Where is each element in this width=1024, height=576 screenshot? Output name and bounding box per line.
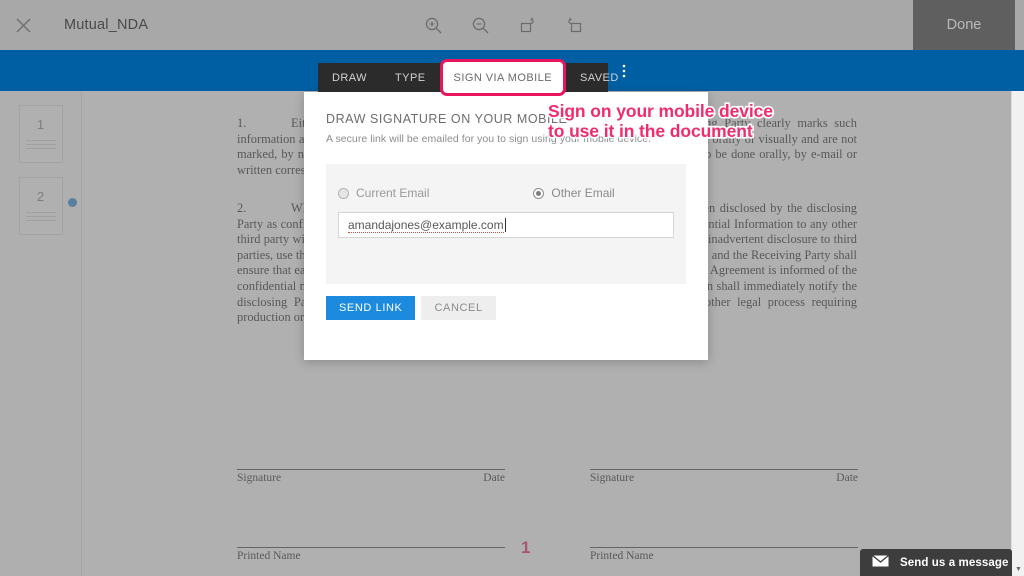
chat-widget-label: Send us a message bbox=[900, 556, 1009, 569]
radio-other-email[interactable]: Other Email bbox=[533, 186, 615, 200]
app-header: Mutual_NDA Done bbox=[0, 0, 1024, 50]
page-thumbnail[interactable]: 1 bbox=[18, 105, 63, 163]
step-badge: 1 bbox=[520, 537, 532, 559]
rotate-left-icon[interactable] bbox=[514, 12, 540, 38]
cancel-button[interactable]: CANCEL bbox=[421, 296, 496, 320]
signature-label: Signature bbox=[590, 472, 635, 484]
radio-current-email-label: Current Email bbox=[356, 186, 430, 200]
paragraph-number: 1. bbox=[237, 116, 247, 130]
page-thumbnail-number: 2 bbox=[36, 189, 45, 204]
chat-widget[interactable]: Send us a message bbox=[860, 549, 1012, 576]
radio-button-icon bbox=[338, 187, 349, 199]
active-page-dot bbox=[67, 198, 77, 207]
modal-actions: SEND LINK CANCEL bbox=[326, 296, 496, 320]
thumbnail-lines bbox=[25, 140, 56, 152]
annotation-line-2: to use it in the document bbox=[546, 119, 754, 142]
thumbnail-lines bbox=[25, 212, 56, 224]
date-label: Date bbox=[483, 472, 505, 484]
page-thumbnail[interactable]: 2 bbox=[18, 177, 77, 235]
signature-block: Signature Date Printed Name bbox=[237, 469, 505, 562]
modal-body: Current Email Other Email amandajones@ex… bbox=[326, 164, 686, 284]
email-input[interactable]: amandajones@example.com bbox=[338, 212, 674, 238]
tab-type[interactable]: TYPE bbox=[381, 63, 440, 92]
done-button[interactable]: Done bbox=[913, 0, 1015, 50]
radio-current-email[interactable]: Current Email bbox=[338, 186, 429, 200]
date-label: Date bbox=[836, 472, 858, 484]
annotation-line-1: Sign on your mobile device bbox=[546, 99, 774, 122]
printed-name-label: Printed Name bbox=[237, 550, 301, 562]
header-tools bbox=[420, 0, 587, 50]
signature-block: Signature Date Printed Name bbox=[590, 469, 858, 562]
annotation-callout: Sign on your mobile device to use it in … bbox=[546, 99, 774, 142]
page-thumbnail-number: 1 bbox=[36, 117, 45, 132]
signature-label: Signature bbox=[237, 472, 282, 484]
radio-other-email-label: Other Email bbox=[551, 186, 615, 200]
send-link-button[interactable]: SEND LINK bbox=[326, 296, 416, 320]
zoom-in-icon[interactable] bbox=[420, 12, 446, 38]
text-cursor bbox=[504, 218, 506, 232]
tab-draw[interactable]: DRAW bbox=[318, 63, 381, 92]
tab-saved[interactable]: SAVED bbox=[566, 63, 633, 92]
printed-name-label: Printed Name bbox=[590, 550, 654, 562]
signature-tab-bar: DRAW TYPE SIGN VIA MOBILE SAVED bbox=[318, 59, 618, 96]
zoom-out-icon[interactable] bbox=[467, 12, 493, 38]
document-title: Mutual_NDA bbox=[64, 17, 149, 33]
app-root: 1 2 NON-DISCLOSURE AGREEMENT 1.Either Pa… bbox=[0, 0, 1024, 576]
page-thumbnail-rail[interactable]: 1 2 bbox=[0, 91, 82, 576]
scroll-down-icon[interactable]: ▼ bbox=[1012, 563, 1024, 576]
tab-sign-via-mobile[interactable]: SIGN VIA MOBILE bbox=[439, 59, 566, 96]
email-input-value: amandajones@example.com bbox=[348, 217, 504, 233]
rotate-right-icon[interactable] bbox=[561, 12, 587, 38]
close-icon[interactable] bbox=[0, 0, 46, 50]
email-choice-group: Current Email Other Email bbox=[338, 186, 674, 200]
radio-button-icon bbox=[533, 187, 545, 199]
paragraph-number: 2. bbox=[237, 201, 247, 215]
envelope-icon bbox=[872, 554, 889, 572]
modal-title: DRAW SIGNATURE ON YOUR MOBILE bbox=[326, 112, 568, 126]
